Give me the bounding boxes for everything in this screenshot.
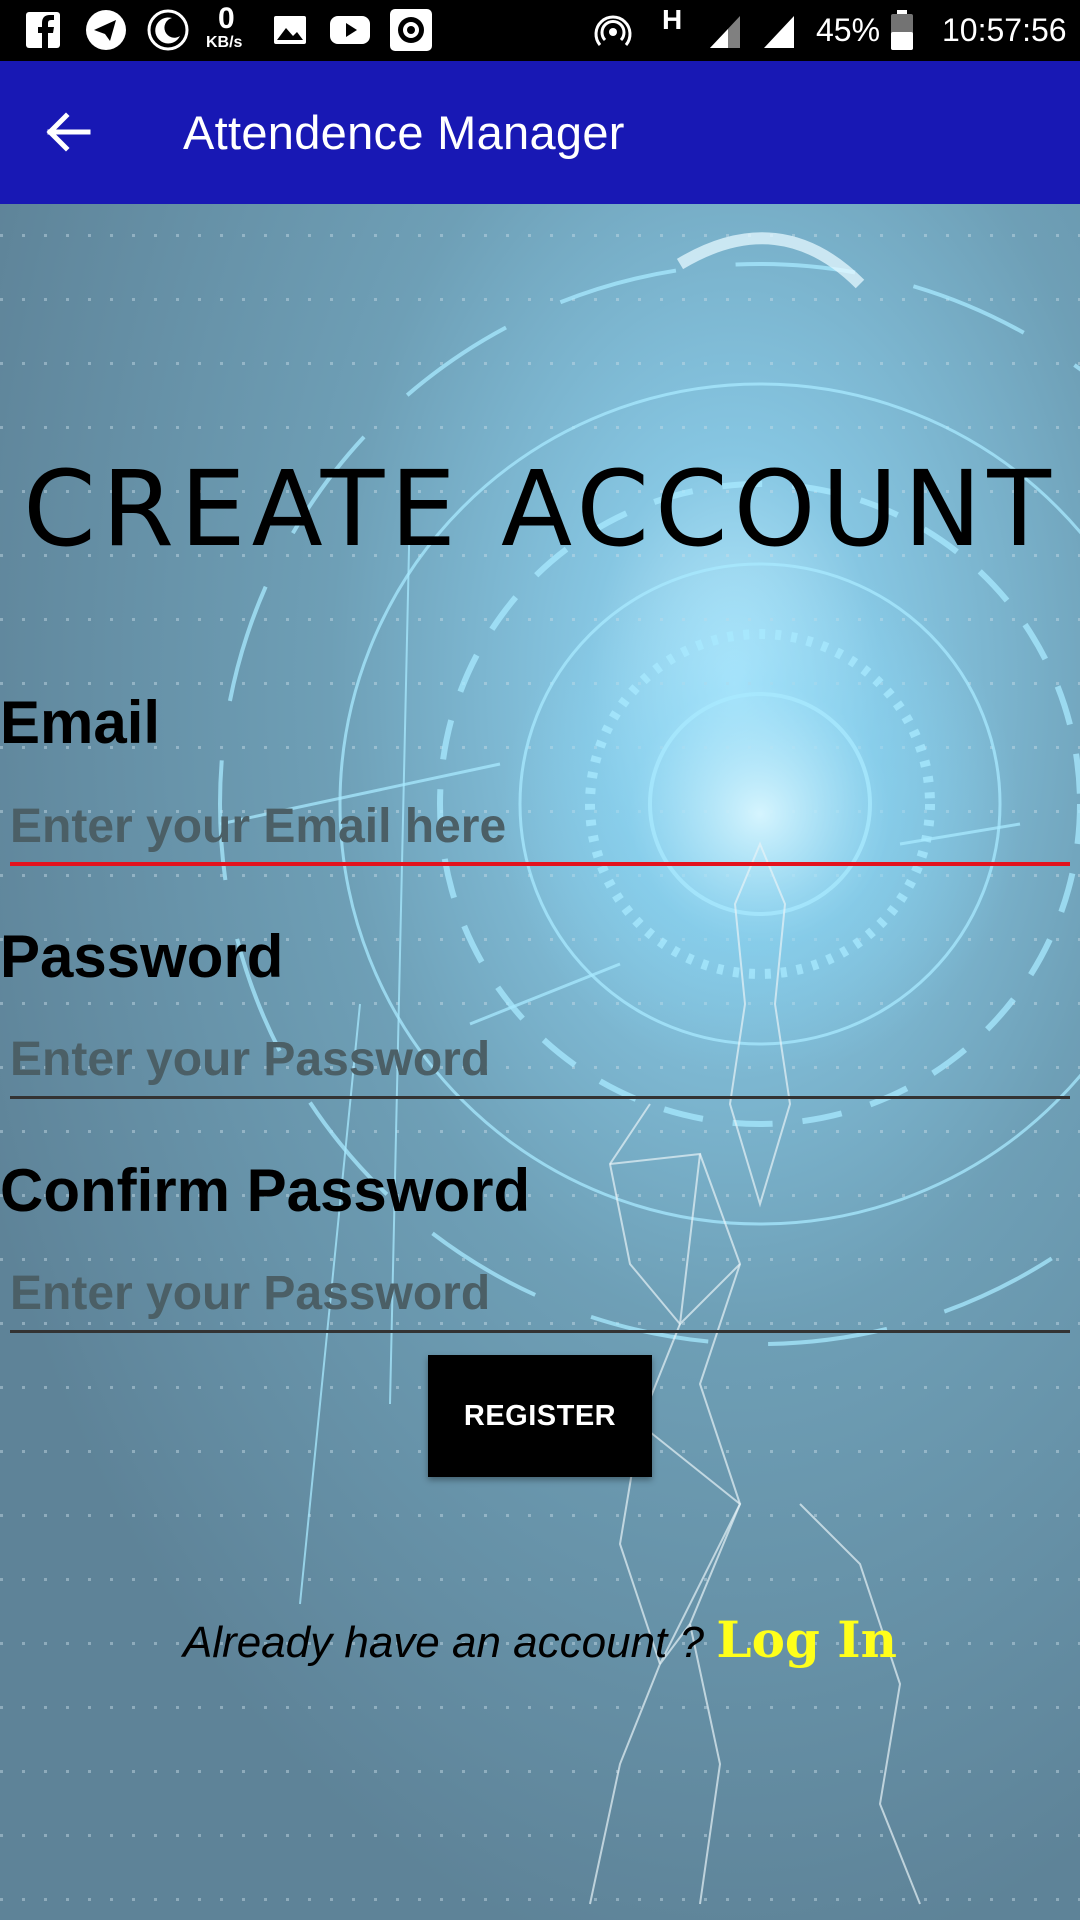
email-field[interactable]: [10, 790, 1070, 866]
email-label: Email: [0, 689, 161, 756]
login-row: Already have an account ? Log In: [0, 1610, 1080, 1683]
confirm-password-label: Confirm Password: [0, 1157, 531, 1224]
register-button[interactable]: REGISTER: [428, 1355, 652, 1477]
net-speed-unit: KB/s: [206, 34, 243, 51]
network-type-label: H: [662, 4, 683, 35]
password-label: Password: [0, 923, 284, 990]
arrow-left-icon: [46, 112, 91, 152]
password-field[interactable]: [10, 1023, 1070, 1099]
net-speed-value: 0: [218, 2, 235, 35]
status-bar: 0 KB/s H 45% 10:57:56: [0, 0, 1080, 61]
create-account-screen: 0 KB/s H 45% 10:57:56 Attendence Manager…: [0, 0, 1080, 1920]
signal-icon: [764, 16, 794, 48]
telegram-icon: [86, 10, 126, 50]
signal-icon: [710, 16, 740, 48]
app-title: Attendence Manager: [183, 106, 625, 159]
image-icon: [274, 16, 306, 44]
page-title: CREATE ACCOUNT: [23, 448, 1057, 570]
login-prompt-text: Already have an account ?: [182, 1618, 704, 1667]
record-icon: [390, 9, 432, 51]
back-button[interactable]: [30, 99, 114, 165]
battery-icon: [891, 10, 913, 50]
hotspot-icon: [594, 15, 632, 46]
confirm-password-field[interactable]: [10, 1257, 1070, 1333]
youtube-icon: [330, 16, 370, 44]
app-bar: Attendence Manager: [0, 61, 1080, 204]
moon-icon: [147, 9, 189, 51]
facebook-icon: [26, 12, 60, 48]
clock: 10:57:56: [942, 12, 1067, 48]
login-link[interactable]: Log In: [716, 1610, 897, 1669]
battery-percent: 45%: [816, 12, 881, 48]
